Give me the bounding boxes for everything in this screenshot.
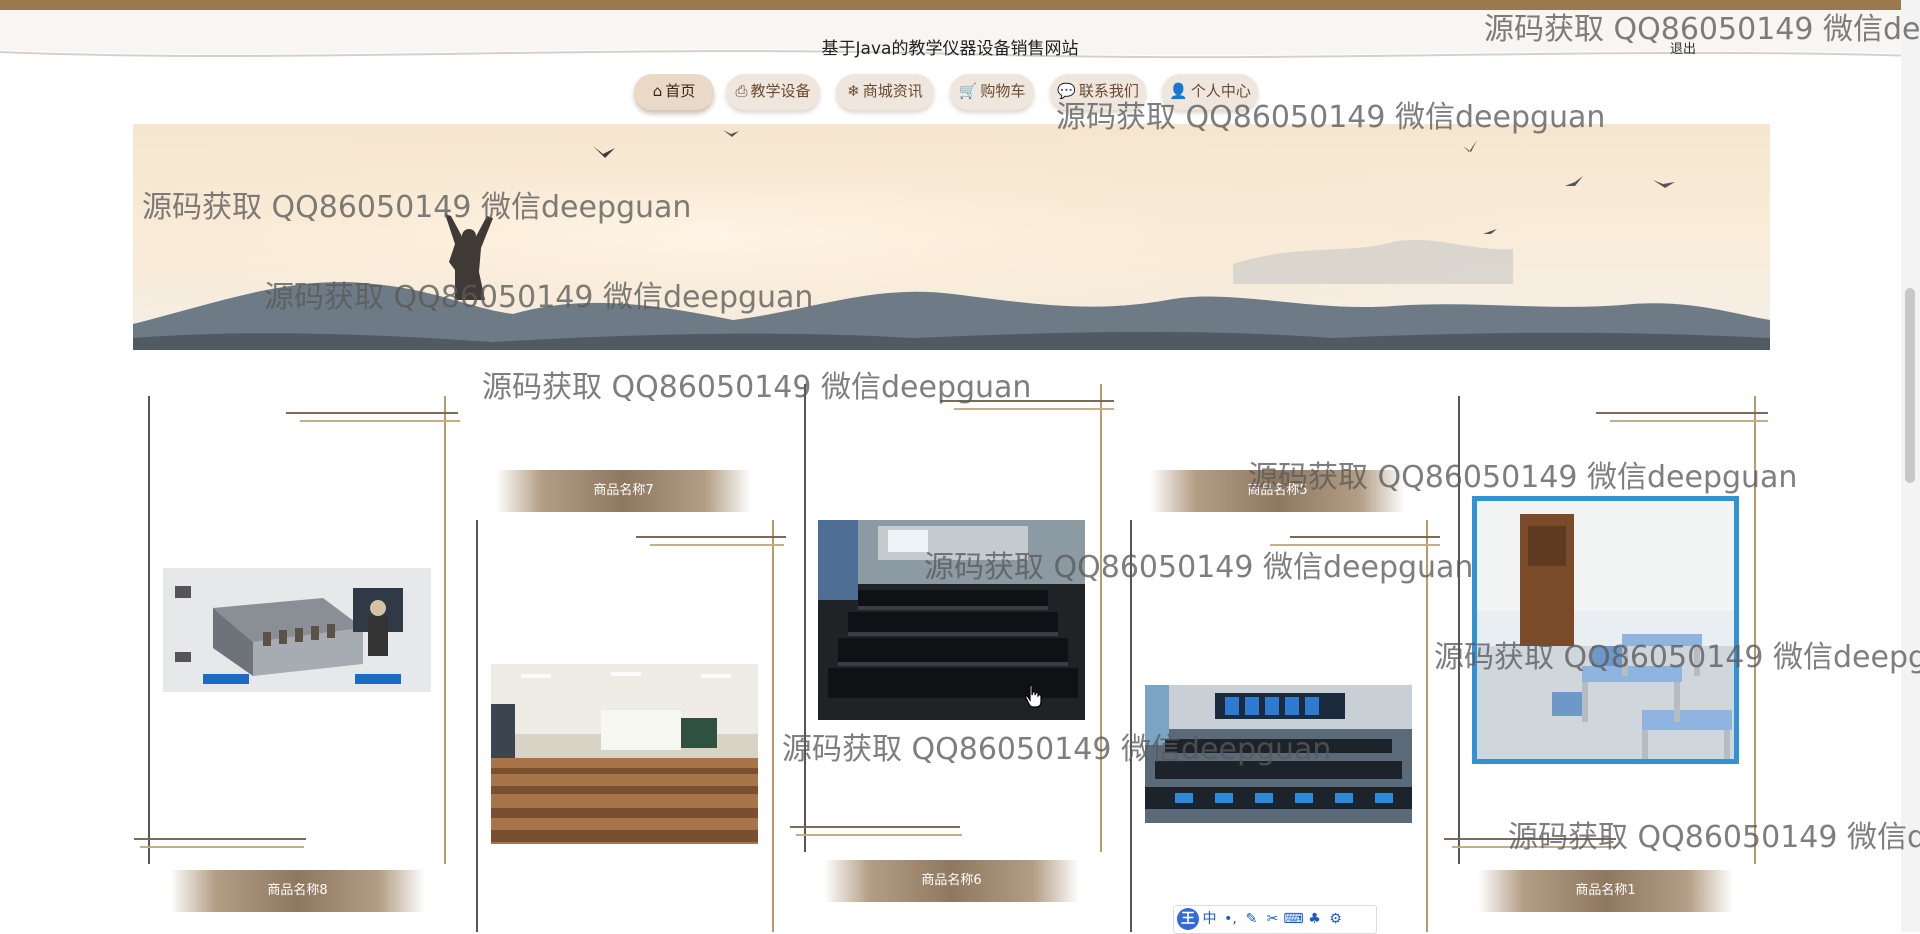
cart-icon: 🛒 [958, 82, 978, 100]
column-divider [1754, 396, 1756, 864]
ime-logo-icon[interactable]: 王 [1177, 908, 1199, 930]
product-name-label[interactable]: 商品名称6 [824, 860, 1079, 902]
product-name-label[interactable]: 商品名称1 [1478, 870, 1733, 912]
site-header: 基于Java的教学仪器设备销售网站 退出 [0, 10, 1920, 70]
snowflake-icon: ❄ [847, 82, 860, 100]
column-divider [1426, 520, 1428, 932]
nav-item-cart[interactable]: 🛒 购物车 [950, 74, 1034, 110]
watermark-text: 源码获取 QQ86050149 微信d [1508, 820, 1920, 855]
user-icon: 👤 [1169, 82, 1188, 100]
scissors-icon[interactable]: ✂ [1262, 906, 1283, 933]
decorative-line [1596, 412, 1768, 414]
decorative-line [940, 400, 1114, 402]
home-icon: ⌂ [652, 82, 663, 100]
classroom-diagram-image [163, 568, 431, 692]
product-image[interactable] [163, 568, 431, 692]
nav-item-label: 首页 [665, 82, 696, 100]
decorative-line [790, 826, 960, 828]
punctuation-icon[interactable]: •, [1220, 906, 1241, 933]
ime-toolbar[interactable]: 王中 •, ✎ ✂ ⌨ ♣ ⚙ [1173, 905, 1377, 934]
chat-icon: 💬 [1057, 82, 1076, 100]
shirt-icon[interactable]: ♣ [1304, 906, 1325, 933]
ime-mode-toggle[interactable]: 中 [1199, 906, 1220, 933]
decorative-line [1610, 420, 1768, 422]
column-divider [444, 396, 446, 864]
product-name-label[interactable]: 商品名称5 [1150, 470, 1405, 512]
logout-link[interactable]: 退出 [1670, 38, 1696, 57]
lecture-hall-image [491, 664, 758, 844]
decorative-line [140, 846, 304, 848]
desk-chair-image [1472, 496, 1739, 764]
settings-icon[interactable]: ⚙ [1325, 906, 1346, 933]
product-name-label[interactable]: 商品名称8 [170, 870, 425, 912]
hand-cursor-icon [1025, 684, 1042, 708]
column-divider [1100, 384, 1102, 852]
site-title: 基于Java的教学仪器设备销售网站 [821, 39, 1079, 59]
nav-item-contact[interactable]: 💬 联系我们 [1050, 74, 1146, 110]
decorative-line [650, 544, 784, 546]
decorative-line [1270, 544, 1440, 546]
nav-item-label: 教学设备 [750, 82, 811, 100]
scrollbar-thumb[interactable] [1905, 288, 1915, 483]
keyboard-icon[interactable]: ⌨ [1283, 906, 1304, 933]
column-divider [476, 520, 478, 932]
nav-item-news[interactable]: ❄ 商城资讯 [836, 74, 934, 110]
product-image[interactable] [818, 520, 1085, 720]
decorative-line [636, 536, 786, 538]
decorative-line [286, 412, 458, 414]
nav-item-label: 联系我们 [1078, 82, 1139, 100]
decorative-line [1452, 846, 1616, 848]
column-divider [804, 384, 806, 852]
product-image[interactable] [1472, 496, 1739, 764]
nav-item-devices[interactable]: ⎙ 教学设备 [726, 74, 820, 110]
product-name-label[interactable]: 商品名称7 [496, 470, 751, 512]
nav-item-label: 商城资讯 [862, 82, 923, 100]
column-divider [1130, 520, 1132, 932]
device-icon: ⎙ [735, 82, 748, 100]
page-scrollbar[interactable] [1901, 0, 1920, 932]
decorative-line [300, 420, 460, 422]
banner-landscape-image [133, 124, 1770, 350]
product-image[interactable] [1145, 685, 1412, 823]
nav-item-label: 购物车 [980, 82, 1026, 100]
decorative-line [134, 838, 306, 840]
decorative-line [796, 834, 962, 836]
nav-item-label: 个人中心 [1190, 82, 1251, 100]
product-image[interactable] [491, 664, 758, 844]
decorative-line [954, 408, 1114, 410]
computer-lab-image [818, 520, 1085, 720]
hero-banner [133, 124, 1770, 350]
column-divider [148, 396, 150, 864]
decorative-line [1290, 536, 1440, 538]
top-accent-bar [0, 0, 1920, 10]
nav-item-profile[interactable]: 👤 个人中心 [1162, 74, 1258, 110]
column-divider [772, 520, 774, 932]
smart-classroom-image [1145, 685, 1412, 823]
decorative-line [1444, 838, 1616, 840]
pen-icon[interactable]: ✎ [1241, 906, 1262, 933]
column-divider [1458, 396, 1460, 864]
nav-item-home[interactable]: ⌂ 首页 [634, 74, 714, 110]
